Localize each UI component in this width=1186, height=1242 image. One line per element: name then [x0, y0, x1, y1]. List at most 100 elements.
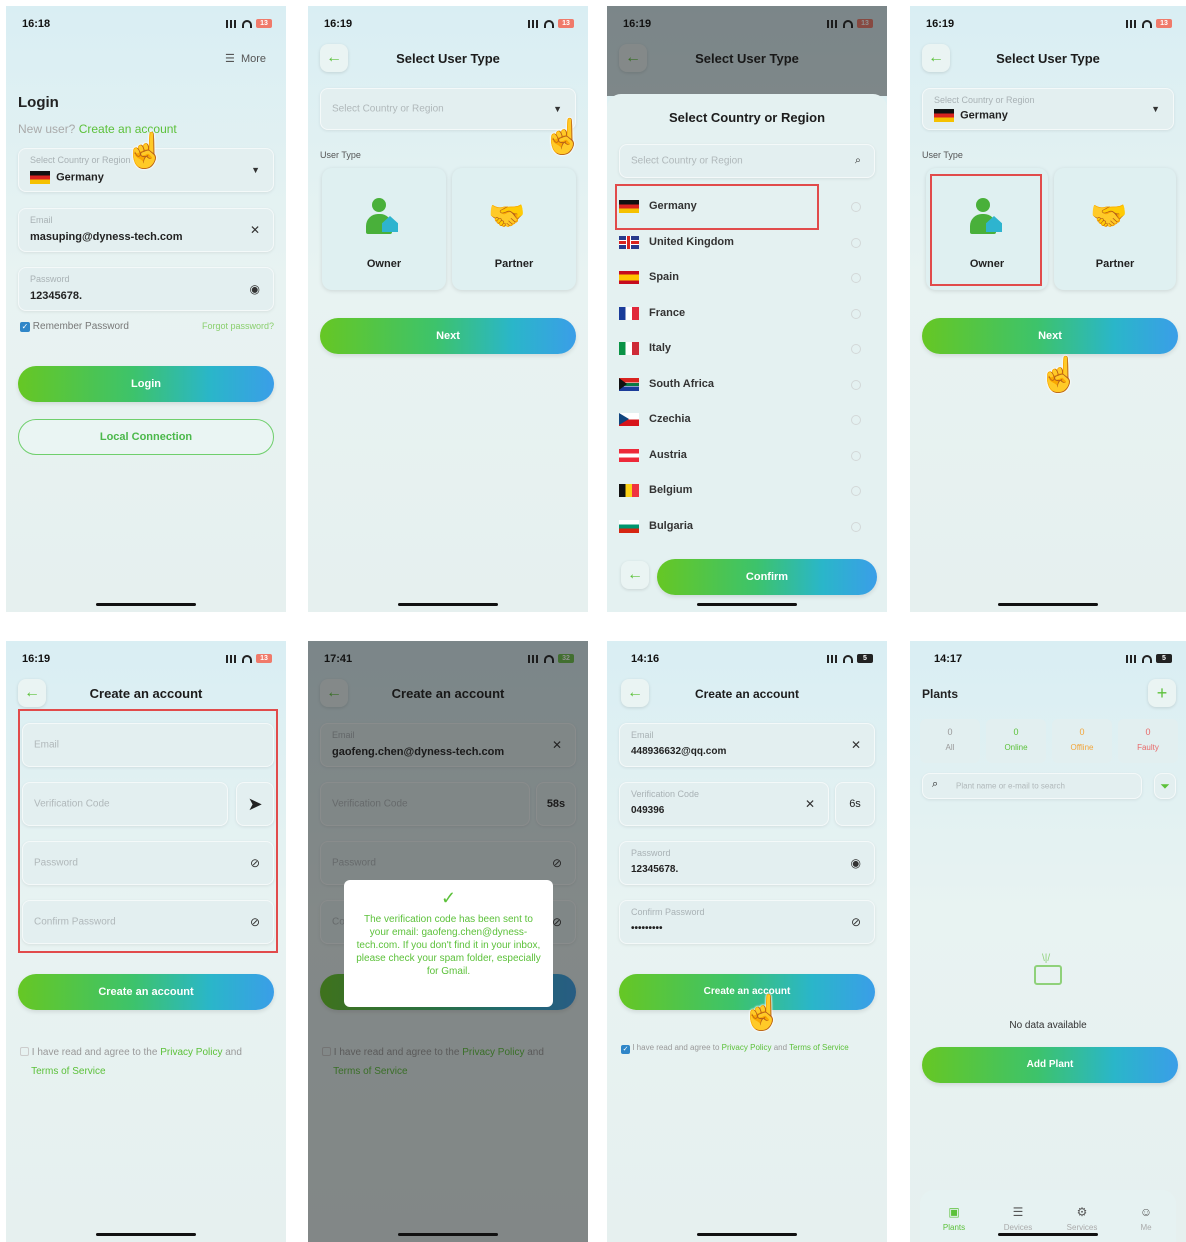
country-select[interactable]: Select Country or Region ▼	[320, 88, 576, 130]
country-row-za[interactable]: South Africa	[619, 369, 875, 401]
plants-screen: 14:17 5 Plants + 0 All 0 Online 0 Offline 0 Faul…	[910, 641, 1186, 1242]
forgot-password-link[interactable]: Forgot password?	[202, 321, 274, 331]
tab-me-label: Me	[1140, 1223, 1152, 1232]
stat-tile[interactable]: 0 Faulty	[1118, 719, 1178, 763]
signal-icon	[528, 19, 540, 28]
clear-icon[interactable]: ✕	[250, 223, 260, 237]
plant-search-input[interactable]: ⌕ Plant name or e-mail to search	[922, 773, 1142, 799]
remember-password-checkbox[interactable]: ✓ Remember Password	[20, 321, 129, 332]
email-label: Email	[30, 215, 53, 225]
clear-icon[interactable]: ✕	[851, 738, 861, 752]
partner-option[interactable]: 🤝 Partner	[1054, 168, 1176, 290]
empty-inbox-icon: \|/	[1022, 951, 1074, 991]
login-button[interactable]: Login	[18, 366, 274, 402]
country-select[interactable]: Select Country or Region Germany ▼	[922, 88, 1174, 130]
radio-button[interactable]	[851, 450, 861, 461]
country-row-fr[interactable]: France	[619, 298, 875, 330]
filter-icon[interactable]: ⏷	[1154, 773, 1176, 799]
wifi-icon	[242, 654, 252, 663]
radio-button[interactable]	[851, 344, 861, 354]
stat-tile[interactable]: 0 All	[920, 719, 980, 763]
terms-link[interactable]: Terms of Service	[31, 1066, 105, 1077]
radio-button[interactable]	[851, 379, 861, 390]
battery-icon: 5	[1156, 654, 1172, 663]
create-account-button[interactable]: Create an account	[18, 974, 274, 1010]
clear-icon[interactable]: ✕	[805, 797, 815, 811]
more-menu-button[interactable]: ☰ More	[225, 52, 266, 65]
tab-devices[interactable]: ☰ Devices	[998, 1205, 1038, 1232]
highlight-box	[930, 174, 1042, 286]
partner-option[interactable]: 🤝 Partner	[452, 168, 576, 290]
radio-button[interactable]	[851, 308, 861, 319]
stat-count: 0	[1079, 727, 1085, 737]
radio-button[interactable]	[851, 486, 861, 496]
eye-icon[interactable]: ◉	[250, 282, 260, 296]
tab-services[interactable]: ⚙ Services	[1062, 1205, 1102, 1232]
country-row-at[interactable]: Austria	[619, 440, 875, 472]
and-label: and	[225, 1047, 242, 1058]
confirm-button[interactable]: Confirm	[657, 559, 877, 595]
radio-button[interactable]	[851, 521, 861, 532]
password-field[interactable]: Password 12345678. ◉	[18, 267, 274, 311]
tab-plants[interactable]: ▣ Plants	[934, 1205, 974, 1232]
page-title: Create an account	[89, 686, 203, 701]
new-user-text: New user?	[18, 122, 76, 136]
pointer-hand-icon: ☝	[542, 118, 585, 156]
tab-me[interactable]: ☺ Me	[1126, 1205, 1166, 1232]
battery-icon: 5	[857, 654, 873, 663]
radio-button[interactable]	[851, 273, 861, 283]
radio-button[interactable]	[851, 202, 861, 212]
privacy-policy-link[interactable]: Privacy Policy	[160, 1047, 222, 1058]
stat-tile[interactable]: 0 Offline	[1052, 719, 1112, 763]
handshake-icon: 🤝	[488, 200, 526, 233]
partner-label: Partner	[1095, 258, 1135, 270]
status-bar: 16:19 13	[926, 18, 1172, 32]
privacy-policy-link[interactable]: Privacy Policy	[722, 1043, 772, 1052]
pointer-hand-icon: ☝	[741, 994, 784, 1032]
wifi-icon	[544, 19, 554, 28]
search-icon: ⌕	[854, 154, 861, 167]
agree-checkbox[interactable]: ✓	[621, 1045, 630, 1054]
radio-button[interactable]	[851, 237, 861, 248]
add-plant-plus-icon[interactable]: +	[1148, 679, 1176, 707]
page-title: Select User Type	[996, 51, 1100, 66]
verification-code-field[interactable]: Verification Code 049396 ✕	[619, 782, 829, 826]
home-indicator	[96, 603, 196, 606]
eye-off-icon[interactable]: ⊘	[851, 915, 861, 929]
battery-icon: 13	[558, 19, 574, 28]
eye-icon[interactable]: ◉	[851, 856, 861, 870]
user-type-label: User Type	[922, 150, 963, 160]
email-field[interactable]: Email masuping@dyness-tech.com ✕	[18, 208, 274, 252]
agree-label: I have read and agree to	[632, 1043, 720, 1052]
country-row-gb[interactable]: United Kingdom	[619, 227, 875, 259]
back-arrow-icon[interactable]: ←	[621, 561, 649, 589]
home-indicator	[697, 1233, 797, 1236]
password-field[interactable]: Password 12345678. ◉	[619, 841, 875, 885]
radio-button[interactable]	[851, 415, 861, 425]
country-row-it[interactable]: Italy	[619, 333, 875, 365]
pointer-hand-icon: ☝	[124, 132, 167, 170]
owner-option[interactable]: Owner	[322, 168, 446, 290]
country-search-input[interactable]: Select Country or Region ⌕	[619, 144, 875, 178]
local-connection-button[interactable]: Local Connection	[18, 419, 274, 455]
country-value: Germany	[960, 109, 1008, 122]
dropdown-arrow-icon: ▼	[553, 104, 562, 114]
country-row-cz[interactable]: Czechia	[619, 404, 875, 436]
terms-link[interactable]: Terms of Service	[789, 1043, 849, 1052]
next-button[interactable]: Next	[922, 318, 1178, 354]
country-row-be[interactable]: Belgium	[619, 475, 875, 507]
country-row-es[interactable]: Spain	[619, 262, 875, 294]
page-title: Login	[18, 94, 59, 111]
country-row-bg[interactable]: Bulgaria	[619, 511, 875, 543]
add-plant-button[interactable]: Add Plant	[922, 1047, 1178, 1083]
bg-flag-icon	[619, 519, 639, 533]
agree-checkbox[interactable]	[20, 1047, 29, 1056]
page-title: Create an account	[694, 687, 800, 701]
stat-tile[interactable]: 0 Online	[986, 719, 1046, 763]
overlay-dim	[607, 6, 887, 96]
next-button[interactable]: Next	[320, 318, 576, 354]
code-label: Verification Code	[631, 789, 700, 799]
countdown-button: 6s	[835, 782, 875, 826]
confirm-password-field[interactable]: Confirm Password ••••••••• ⊘	[619, 900, 875, 944]
email-field[interactable]: Email 448936632@qq.com ✕	[619, 723, 875, 767]
